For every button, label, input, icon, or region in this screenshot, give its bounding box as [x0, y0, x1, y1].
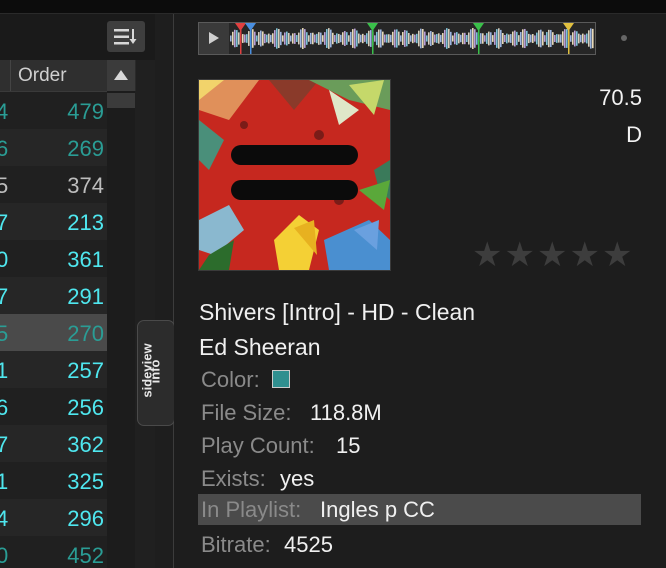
- file-size-field: File Size: 118.8M: [198, 397, 641, 428]
- table-row[interactable]: 0 452: [0, 536, 107, 568]
- column-header-prev[interactable]: [0, 60, 11, 91]
- row-order-cell: 361: [67, 247, 104, 272]
- row-prev-column-cell: 0: [0, 247, 9, 272]
- track-list-pane: Order 4 479 6 269 5 374 7 213 0 361 7 291 5 270 1 257 6 2…: [0, 14, 155, 568]
- row-order-cell: 256: [67, 395, 104, 420]
- table-row[interactable]: 5 270: [0, 314, 107, 351]
- in-playlist-value: Ingles p CC: [320, 497, 435, 522]
- row-order-cell: 325: [67, 469, 104, 494]
- row-prev-column-cell: 4: [0, 506, 9, 531]
- star-icon[interactable]: ★: [472, 238, 502, 272]
- list-scrollbar[interactable]: [107, 91, 135, 568]
- waveform-indicator-dot: [621, 35, 627, 41]
- table-row[interactable]: 4 479: [0, 92, 107, 129]
- bitrate-value: 4525: [284, 532, 333, 557]
- star-icon[interactable]: ★: [537, 238, 567, 272]
- row-prev-column-cell: 7: [0, 210, 9, 235]
- table-row[interactable]: 7 213: [0, 203, 107, 240]
- track-title: Shivers [Intro] - HD - Clean: [199, 299, 476, 325]
- table-row[interactable]: 5 374: [0, 166, 107, 203]
- row-prev-column-cell: 6: [0, 136, 9, 161]
- row-order-cell: 479: [67, 99, 104, 124]
- row-prev-column-cell: 0: [0, 543, 9, 568]
- in-playlist-field[interactable]: In Playlist: Ingles p CC: [198, 494, 641, 525]
- table-row[interactable]: 1 325: [0, 462, 107, 499]
- exists-value: yes: [280, 466, 315, 491]
- exists-field: Exists: yes: [198, 463, 641, 494]
- play-count-value: 15: [336, 433, 361, 458]
- table-row[interactable]: 1 257: [0, 351, 107, 388]
- waveform-overview[interactable]: [198, 22, 596, 55]
- info-tab-label: info: [147, 359, 163, 384]
- play-count-field: Play Count: 15: [198, 430, 641, 461]
- row-prev-column-cell: 4: [0, 99, 9, 124]
- row-prev-column-cell: 6: [0, 395, 9, 420]
- row-order-cell: 213: [67, 210, 104, 235]
- row-order-cell: 257: [67, 358, 104, 383]
- preview-play-button[interactable]: [199, 23, 229, 54]
- row-prev-column-cell: 5: [0, 173, 9, 198]
- waveform-graphic: [230, 23, 594, 54]
- table-row[interactable]: 6 256: [0, 388, 107, 425]
- key-value: D: [626, 122, 642, 147]
- play-count-label: Play Count:: [201, 433, 315, 458]
- row-order-cell: 270: [67, 321, 104, 346]
- file-size-label: File Size:: [201, 400, 292, 425]
- color-field: Color:: [198, 364, 641, 395]
- star-icon[interactable]: ★: [602, 238, 632, 272]
- table-row[interactable]: 7 291: [0, 277, 107, 314]
- row-prev-column-cell: 7: [0, 432, 9, 457]
- order-column-header[interactable]: Order: [18, 65, 67, 87]
- pane-divider[interactable]: [155, 14, 174, 568]
- file-size-value: 118.8M: [310, 400, 382, 425]
- row-prev-column-cell: 1: [0, 358, 9, 383]
- bitrate-label: Bitrate:: [201, 532, 271, 557]
- track-rows: 4 479 6 269 5 374 7 213 0 361 7 291 5 270 1 257 6 256 7 362…: [0, 92, 107, 568]
- list-scroll-thumb[interactable]: [107, 93, 135, 108]
- row-order-cell: 452: [67, 543, 104, 568]
- bitrate-field: Bitrate: 4525: [198, 529, 641, 560]
- row-order-cell: 291: [67, 284, 104, 309]
- table-row[interactable]: 0 361: [0, 240, 107, 277]
- star-icon[interactable]: ★: [569, 238, 599, 272]
- row-order-cell: 269: [67, 136, 104, 161]
- bpm-value: 70.5: [599, 85, 642, 110]
- row-order-cell: 296: [67, 506, 104, 531]
- row-prev-column-cell: 1: [0, 469, 9, 494]
- exists-label: Exists:: [201, 466, 266, 491]
- play-icon: [209, 32, 219, 44]
- album-art: [198, 79, 391, 271]
- column-header-row: Order: [0, 60, 107, 92]
- rating-stars[interactable]: ★ ★ ★ ★ ★: [472, 238, 632, 272]
- table-row[interactable]: 4 296: [0, 499, 107, 536]
- sort-up-icon: [114, 70, 128, 80]
- list-menu-icon: [114, 29, 137, 45]
- table-row[interactable]: 7 362: [0, 425, 107, 462]
- sort-button[interactable]: [107, 60, 136, 91]
- track-artist: Ed Sheeran: [199, 334, 321, 360]
- color-swatch[interactable]: [272, 370, 290, 388]
- star-icon[interactable]: ★: [504, 238, 534, 272]
- top-bar: [0, 0, 666, 14]
- in-playlist-label: In Playlist:: [201, 497, 302, 522]
- row-prev-column-cell: 7: [0, 284, 9, 309]
- color-label: Color:: [201, 367, 260, 392]
- row-order-cell: 374: [67, 173, 104, 198]
- row-order-cell: 362: [67, 432, 104, 457]
- column-menu-button[interactable]: [107, 21, 145, 52]
- row-prev-column-cell: 5: [0, 321, 9, 346]
- sideview-info-tab[interactable]: sideview info: [137, 320, 175, 426]
- album-art-image: [199, 80, 390, 270]
- table-row[interactable]: 6 269: [0, 129, 107, 166]
